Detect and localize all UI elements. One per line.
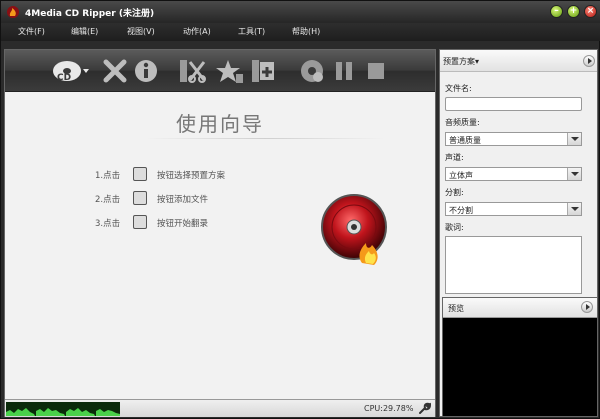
cpu-usage: CPU:29.78% bbox=[364, 404, 414, 413]
add-files-icon[interactable] bbox=[250, 58, 278, 84]
spectrum-meter bbox=[6, 402, 120, 416]
step-text: 按钮开始翻录 bbox=[157, 219, 209, 229]
menu-edit[interactable]: 编辑(E) bbox=[71, 26, 98, 37]
menu-action[interactable]: 动作(A) bbox=[183, 26, 211, 37]
minimize-button[interactable]: – bbox=[550, 5, 563, 18]
cut-icon[interactable] bbox=[178, 58, 206, 84]
menu-file[interactable]: 文件(F) bbox=[18, 26, 45, 37]
close-button[interactable]: × bbox=[584, 5, 597, 18]
preview-toggle-arrow-icon[interactable] bbox=[581, 301, 593, 313]
lyrics-label: 歌词: bbox=[445, 223, 464, 232]
app-window: 4Media CD Ripper (未注册) – + × 文件(F) 编辑(E)… bbox=[0, 0, 600, 419]
chevron-down-icon bbox=[567, 133, 581, 145]
step-text: 按钮选择预置方案 bbox=[157, 171, 226, 181]
status-bar: CPU:29.78% bbox=[5, 399, 435, 417]
pause-icon[interactable] bbox=[332, 58, 356, 84]
preset-icon bbox=[133, 167, 147, 181]
cd-load-icon[interactable]: CD bbox=[51, 58, 91, 84]
stop-icon[interactable] bbox=[364, 58, 388, 84]
split-value: 不分割 bbox=[449, 206, 473, 215]
cd-add-icon bbox=[133, 191, 147, 205]
guide-divider bbox=[145, 138, 385, 139]
quality-value: 普通质量 bbox=[449, 136, 481, 145]
title-bar[interactable]: 4Media CD Ripper (未注册) – + × bbox=[1, 1, 600, 23]
step-number: 1.点击 bbox=[95, 171, 121, 181]
step-number: 2.点击 bbox=[95, 195, 121, 205]
cd-flame-logo-icon bbox=[321, 194, 387, 265]
preview-label: 预览 bbox=[448, 304, 464, 313]
menu-bar: 文件(F) 编辑(E) 视图(V) 动作(A) 工具(T) 帮助(H) bbox=[1, 23, 600, 41]
split-select[interactable]: 不分割 bbox=[445, 202, 582, 216]
step-text: 按钮添加文件 bbox=[157, 195, 209, 205]
wrench-icon[interactable] bbox=[417, 402, 431, 416]
menu-help[interactable]: 帮助(H) bbox=[292, 26, 320, 37]
lyrics-textarea[interactable] bbox=[445, 236, 582, 294]
window-title: 4Media CD Ripper (未注册) bbox=[25, 9, 155, 19]
info-icon[interactable] bbox=[133, 58, 159, 84]
rip-icon bbox=[133, 215, 147, 229]
main-panel: CD 使用向导 1.点击 按钮选择预置方案 2.点击 按钮添加文件 3.点击 按… bbox=[4, 49, 436, 417]
delete-icon[interactable] bbox=[102, 58, 128, 84]
channel-value: 立体声 bbox=[449, 171, 473, 180]
split-label: 分割: bbox=[445, 188, 464, 197]
preset-dropdown[interactable]: 预置方案▾ bbox=[443, 56, 479, 67]
preview-panel: 预览 bbox=[442, 297, 598, 417]
panel-toggle-arrow-icon[interactable] bbox=[583, 55, 595, 67]
menu-view[interactable]: 视图(V) bbox=[127, 26, 155, 37]
menu-tools[interactable]: 工具(T) bbox=[238, 26, 265, 37]
app-logo-icon bbox=[7, 6, 19, 18]
step-number: 3.点击 bbox=[95, 219, 121, 229]
toolbar: CD bbox=[5, 50, 435, 92]
preset-header: 预置方案▾ bbox=[440, 50, 597, 72]
filename-label: 文件名: bbox=[445, 84, 472, 93]
channel-label: 声道: bbox=[445, 153, 464, 162]
maximize-icon: + bbox=[569, 6, 578, 16]
quality-label: 音频质量: bbox=[445, 118, 480, 127]
close-icon: × bbox=[586, 6, 595, 16]
svg-text:CD: CD bbox=[57, 73, 71, 83]
chevron-down-icon bbox=[567, 203, 581, 215]
filename-input[interactable] bbox=[445, 97, 582, 111]
preview-header: 预览 bbox=[443, 298, 597, 318]
convert-icon[interactable] bbox=[299, 58, 325, 84]
guide-title: 使用向导 bbox=[176, 112, 264, 136]
quality-select[interactable]: 普通质量 bbox=[445, 132, 582, 146]
channel-select[interactable]: 立体声 bbox=[445, 167, 582, 181]
effects-icon[interactable] bbox=[214, 58, 244, 84]
chevron-down-icon bbox=[567, 168, 581, 180]
minimize-icon: – bbox=[554, 6, 559, 16]
maximize-button[interactable]: + bbox=[567, 5, 580, 18]
